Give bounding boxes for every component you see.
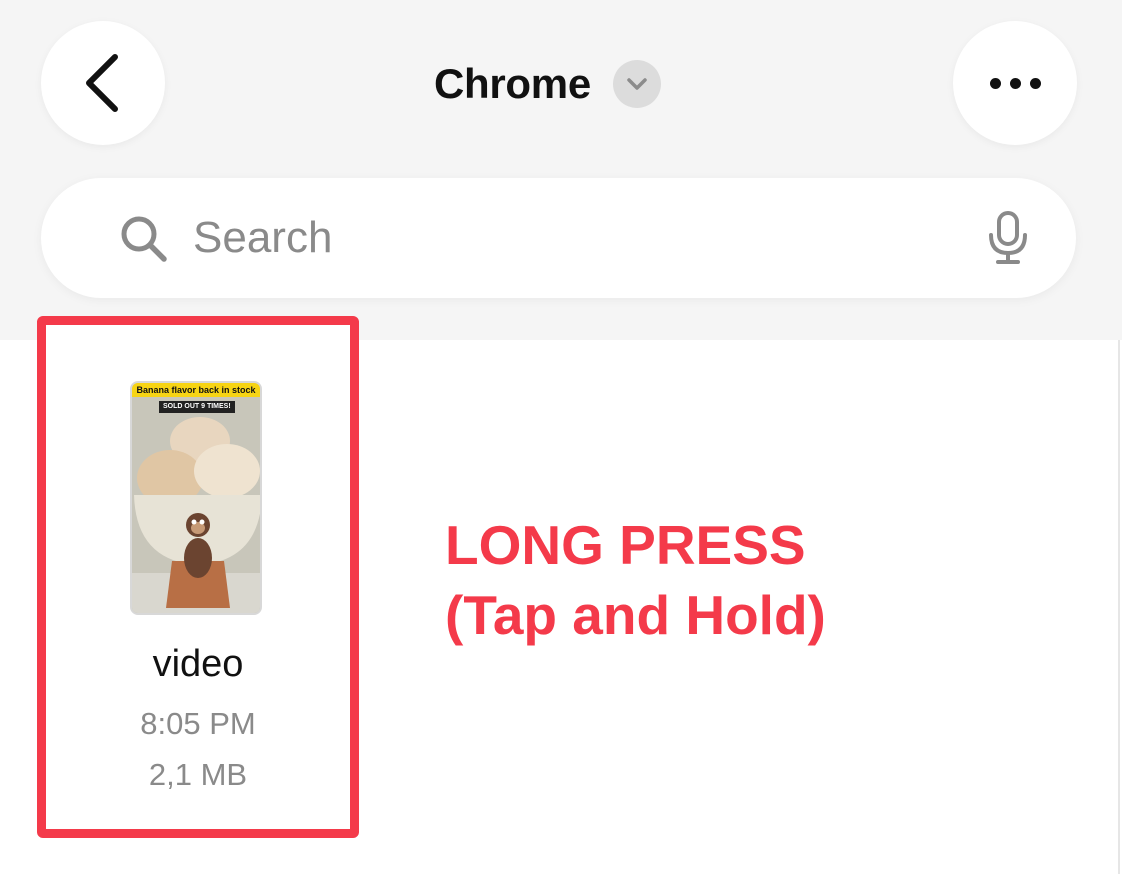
thumbnail-badge: SOLD OUT 9 TIMES! — [159, 401, 235, 413]
title-selector[interactable]: Chrome — [434, 56, 661, 112]
file-time: 8:05 PM — [140, 706, 256, 741]
annotation-line-2: (Tap and Hold) — [445, 584, 826, 646]
back-chevron-icon — [86, 54, 118, 112]
thumbnail-image — [132, 383, 260, 613]
search-icon — [121, 216, 167, 262]
file-item-video[interactable]: Banana flavor back in stock SOLD OUT 9 T… — [37, 316, 359, 838]
back-button[interactable] — [41, 21, 165, 145]
video-thumbnail: Banana flavor back in stock SOLD OUT 9 T… — [130, 381, 262, 615]
search-input[interactable] — [193, 208, 953, 268]
chevron-down-icon — [612, 60, 661, 108]
instruction-annotation: LONG PRESS (Tap and Hold) — [445, 510, 826, 650]
search-bar[interactable] — [41, 178, 1076, 298]
page-title: Chrome — [434, 60, 591, 107]
microphone-icon[interactable] — [986, 210, 1030, 266]
thumbnail-banner: Banana flavor back in stock — [132, 383, 260, 397]
file-name: video — [152, 643, 244, 685]
divider — [1118, 340, 1120, 874]
annotation-line-1: LONG PRESS — [445, 514, 806, 576]
more-options-button[interactable] — [953, 21, 1077, 145]
file-size: 2,1 MB — [148, 757, 248, 792]
more-icon — [989, 77, 1041, 89]
